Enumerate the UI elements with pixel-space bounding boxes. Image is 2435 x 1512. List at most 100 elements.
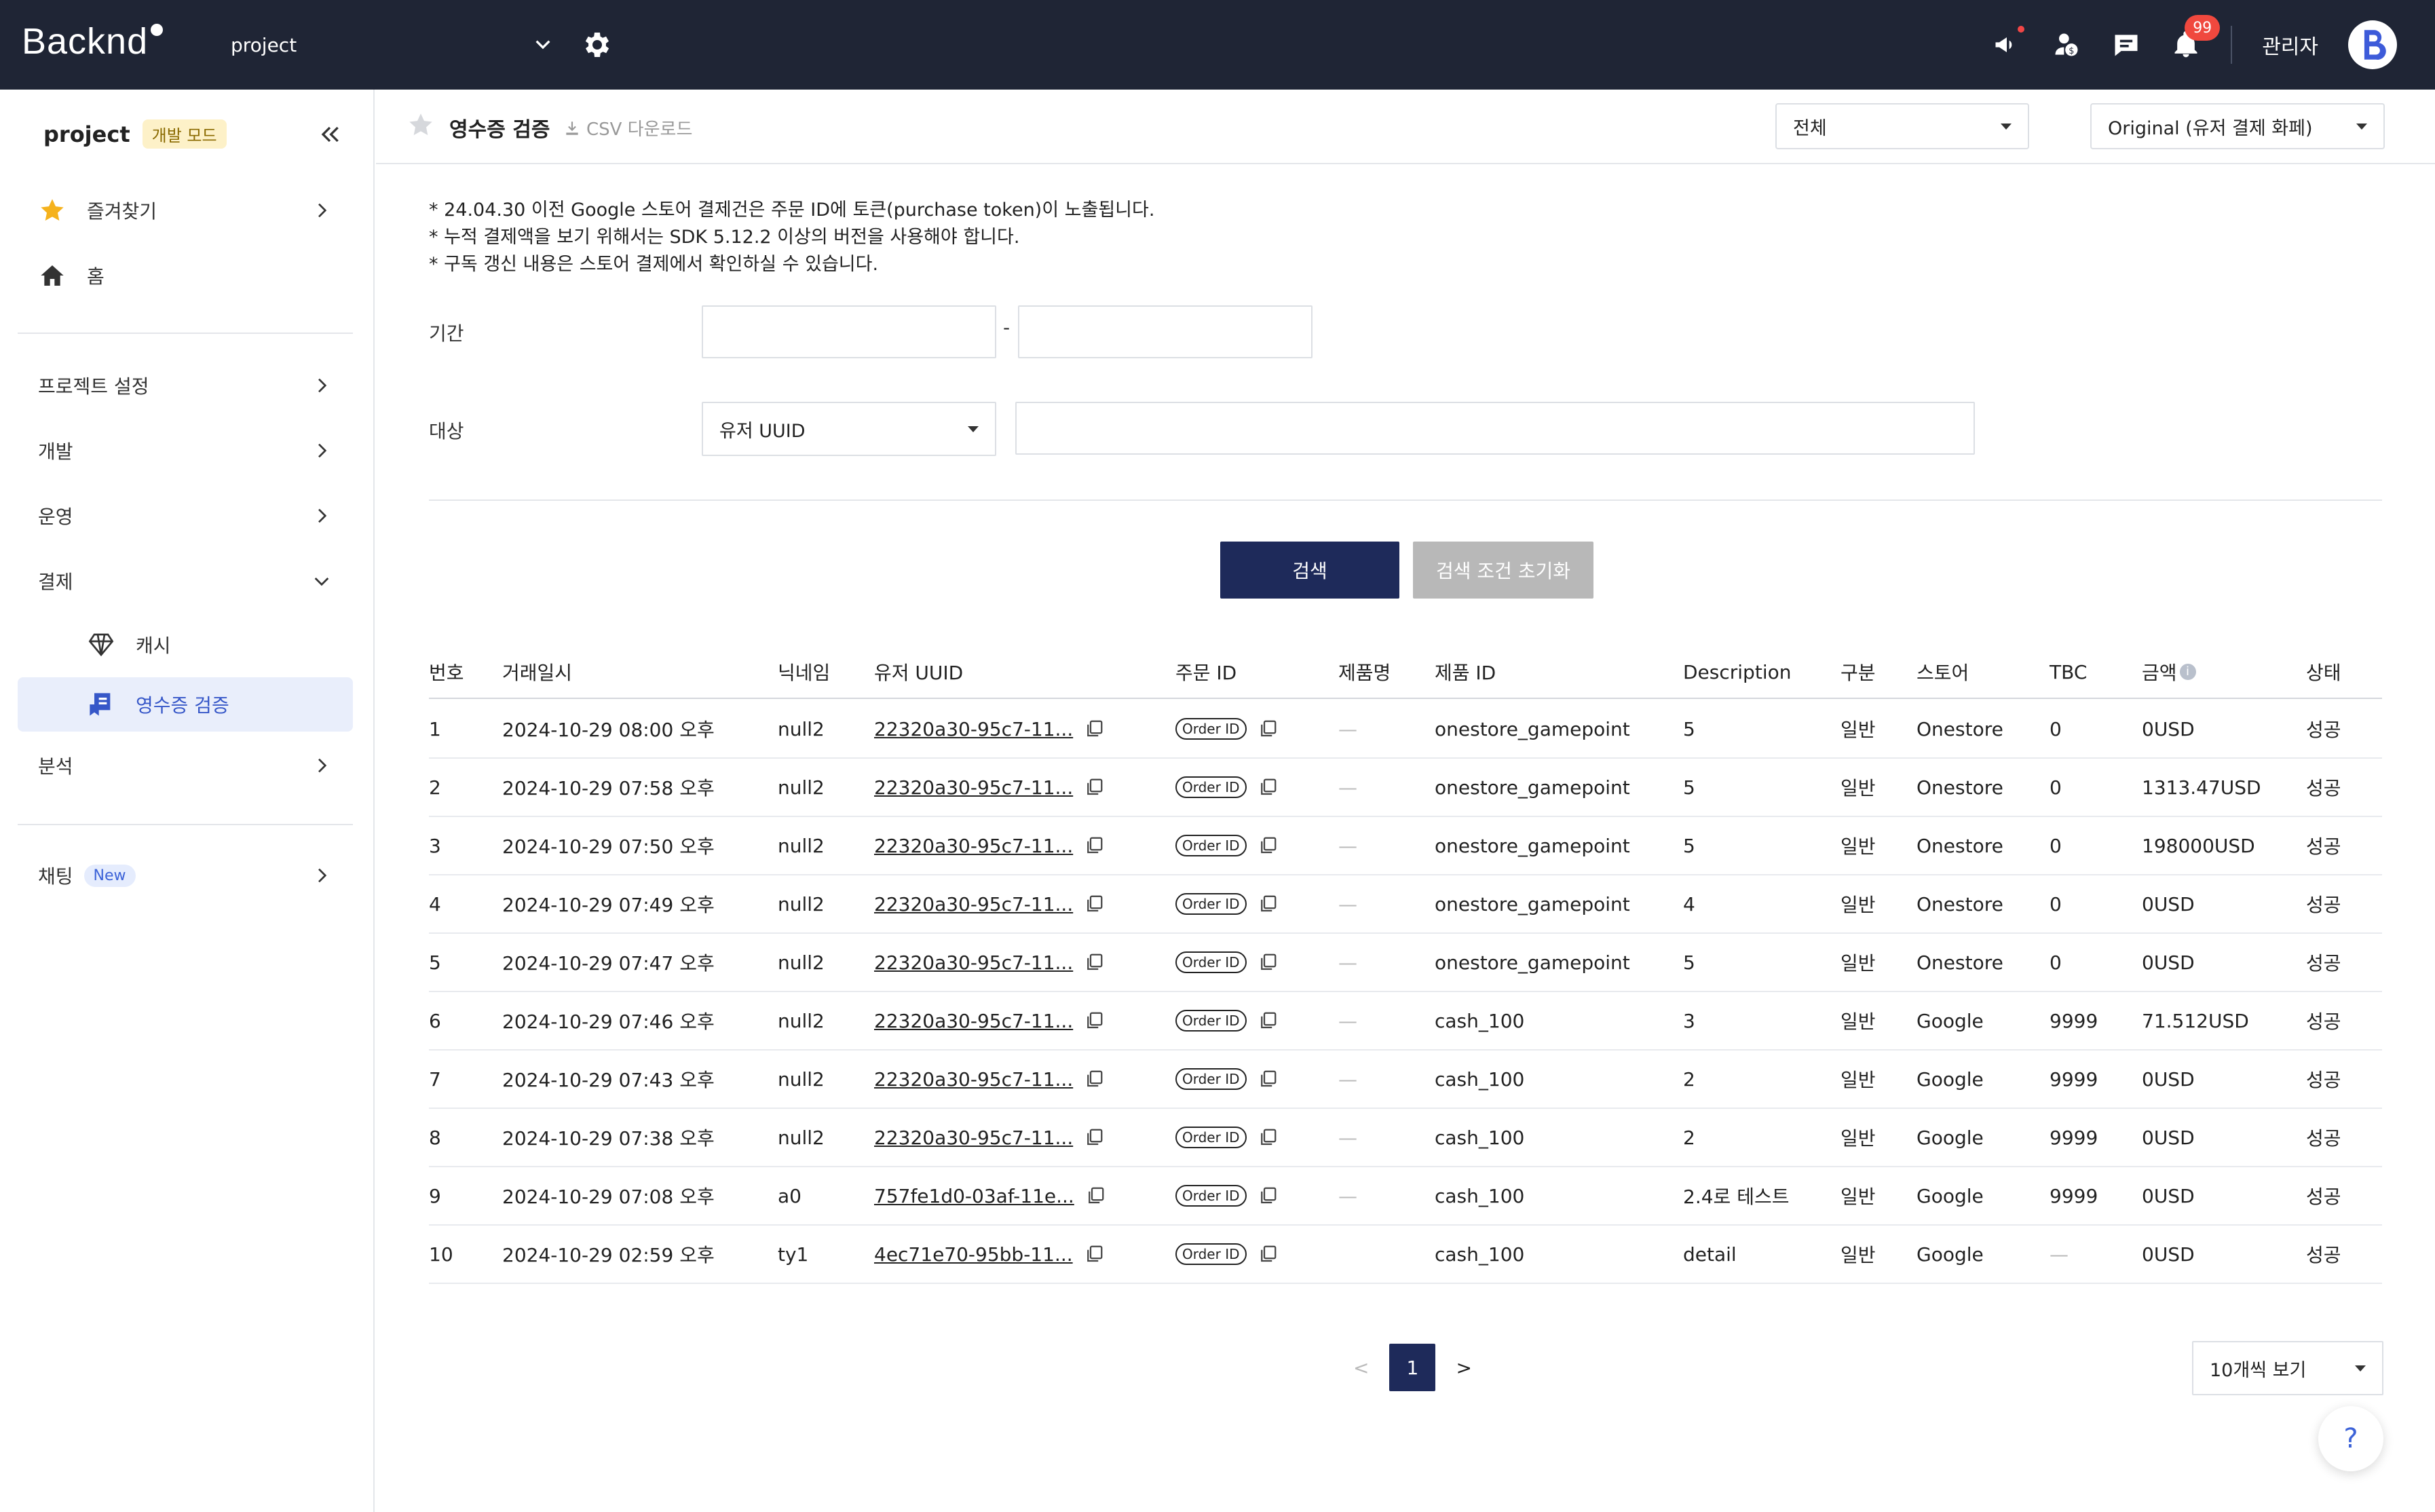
user-uuid-link[interactable]: 22320a30-95c7-11... [874, 1127, 1073, 1149]
avatar[interactable] [2348, 20, 2397, 69]
copy-icon[interactable] [1084, 719, 1104, 739]
prev-page-button[interactable]: < [1353, 1357, 1369, 1379]
admin-label[interactable]: 관리자 [2262, 30, 2318, 60]
sidebar-item-favorites[interactable]: 즐겨찾기 [18, 183, 353, 238]
copy-icon[interactable] [1258, 1186, 1278, 1206]
help-button[interactable]: ? [2318, 1406, 2383, 1471]
copy-icon[interactable] [1085, 1186, 1106, 1206]
gear-icon[interactable] [580, 29, 612, 61]
copy-icon[interactable] [1258, 1069, 1278, 1089]
sidebar-item-operation[interactable]: 운영 [18, 489, 353, 543]
row-type: 일반 [1841, 894, 1876, 916]
copy-icon[interactable] [1258, 1244, 1278, 1264]
target-value-input[interactable] [1015, 402, 1975, 455]
col-header: TBC [2050, 660, 2088, 683]
copy-icon[interactable] [1084, 835, 1104, 856]
period-end-input[interactable] [1018, 305, 1313, 358]
row-type: 일반 [1841, 1010, 1876, 1033]
search-button[interactable]: 검색 [1220, 542, 1399, 599]
copy-icon[interactable] [1258, 719, 1278, 739]
backnd-logo[interactable]: Backnd [22, 20, 164, 62]
store-filter-select[interactable]: 전체 [1775, 103, 2029, 149]
user-uuid-link[interactable]: 22320a30-95c7-11... [874, 835, 1073, 857]
copy-icon[interactable] [1084, 894, 1104, 914]
order-id-badge[interactable]: Order ID [1175, 1127, 1247, 1148]
user-uuid-link[interactable]: 22320a30-95c7-11... [874, 718, 1073, 740]
order-id-badge[interactable]: Order ID [1175, 893, 1247, 915]
copy-icon[interactable] [1258, 777, 1278, 797]
user-uuid-link[interactable]: 22320a30-95c7-11... [874, 776, 1073, 799]
order-id-badge[interactable]: Order ID [1175, 718, 1247, 740]
chat-icon[interactable] [2111, 30, 2141, 60]
info-icon[interactable]: i [2179, 664, 2196, 680]
bell-icon[interactable]: 99 [2171, 15, 2221, 60]
order-id-badge[interactable]: Order ID [1175, 1243, 1247, 1265]
copy-icon[interactable] [1084, 1069, 1104, 1089]
table-row: 8 2024-10-29 07:38 오후 null2 22320a30-95c7-1… [429, 1109, 2382, 1167]
target-type-value: 유저 UUID [719, 420, 806, 442]
sidebar-item-home[interactable]: 홈 [18, 248, 353, 303]
favorite-star-icon[interactable] [407, 111, 434, 138]
row-order-id: Order ID [1175, 934, 1278, 991]
sidebar-item-chat[interactable]: 채팅 New [18, 848, 353, 903]
col-header: 유저 UUID [874, 662, 964, 684]
order-id-badge[interactable]: Order ID [1175, 776, 1247, 798]
row-status: 성공 [2306, 1127, 2341, 1150]
copy-icon[interactable] [1084, 777, 1104, 797]
copy-icon[interactable] [1258, 1010, 1278, 1031]
coin-user-icon[interactable]: $ [2052, 30, 2081, 60]
copy-icon[interactable] [1084, 1244, 1104, 1264]
order-id-badge[interactable]: Order ID [1175, 951, 1247, 973]
sidebar-item-cash[interactable]: 캐시 [18, 618, 353, 672]
chevron-right-icon [318, 203, 327, 218]
megaphone-icon[interactable] [1992, 26, 2025, 60]
copy-icon[interactable] [1258, 894, 1278, 914]
order-id-badge[interactable]: Order ID [1175, 835, 1247, 856]
row-status: 성공 [2306, 1186, 2341, 1208]
table-row: 9 2024-10-29 07:08 오후 a0 757fe1d0-03af-11e.… [429, 1167, 2382, 1226]
order-id-badge[interactable]: Order ID [1175, 1185, 1247, 1207]
next-page-button[interactable]: > [1456, 1357, 1471, 1379]
copy-icon[interactable] [1258, 952, 1278, 972]
sidebar-item-label: 영수증 검증 [136, 694, 229, 717]
reset-search-button[interactable]: 검색 조건 초기화 [1413, 542, 1593, 599]
chevron-right-icon [318, 868, 327, 883]
row-user-uuid: 22320a30-95c7-11... [874, 992, 1104, 1049]
page-size-select[interactable]: 10개씩 보기 [2192, 1341, 2383, 1395]
row-description: 5 [1683, 951, 1695, 974]
row-number: 3 [429, 834, 441, 857]
row-product-name: — [1338, 1009, 1357, 1032]
order-id-badge[interactable]: Order ID [1175, 1068, 1247, 1090]
copy-icon[interactable] [1084, 1127, 1104, 1148]
collapse-sidebar-icon[interactable] [316, 121, 343, 148]
project-select[interactable]: project [231, 26, 554, 64]
user-uuid-link[interactable]: 757fe1d0-03af-11e... [874, 1185, 1074, 1207]
row-datetime: 2024-10-29 07:43 오후 [502, 1069, 715, 1091]
user-uuid-link[interactable]: 4ec71e70-95bb-11... [874, 1243, 1073, 1266]
sidebar-item-payment[interactable]: 결제 [18, 554, 353, 608]
table-row: 2 2024-10-29 07:58 오후 null2 22320a30-95c7-1… [429, 759, 2382, 817]
sidebar-item-development[interactable]: 개발 [18, 423, 353, 478]
csv-download-button[interactable]: CSV 다운로드 [563, 115, 692, 140]
user-uuid-link[interactable]: 22320a30-95c7-11... [874, 951, 1073, 974]
col-header: 금액 i [2142, 646, 2196, 698]
copy-icon[interactable] [1084, 1010, 1104, 1031]
copy-icon[interactable] [1258, 835, 1278, 856]
col-header: 닉네임 [778, 662, 831, 684]
copy-icon[interactable] [1084, 952, 1104, 972]
target-type-select[interactable]: 유저 UUID [702, 402, 996, 456]
user-uuid-link[interactable]: 22320a30-95c7-11... [874, 1068, 1073, 1091]
user-uuid-link[interactable]: 22320a30-95c7-11... [874, 893, 1073, 915]
sidebar-item-receipt[interactable]: 영수증 검증 [18, 677, 353, 732]
row-number: 2 [429, 776, 441, 799]
copy-icon[interactable] [1258, 1127, 1278, 1148]
sidebar-item-analytics[interactable]: 분석 [18, 738, 353, 793]
user-uuid-link[interactable]: 22320a30-95c7-11... [874, 1010, 1073, 1032]
order-id-badge[interactable]: Order ID [1175, 1010, 1247, 1032]
currency-view-select[interactable]: Original (유저 결제 화페) [2090, 103, 2385, 149]
page-button-current[interactable]: 1 [1389, 1344, 1436, 1391]
period-start-input[interactable] [702, 305, 996, 358]
col-header: 거래일시 [502, 662, 573, 684]
sidebar-item-project-settings[interactable]: 프로젝트 설정 [18, 358, 353, 413]
table-row: 1 2024-10-29 08:00 오후 null2 22320a30-95c7-1… [429, 700, 2382, 759]
